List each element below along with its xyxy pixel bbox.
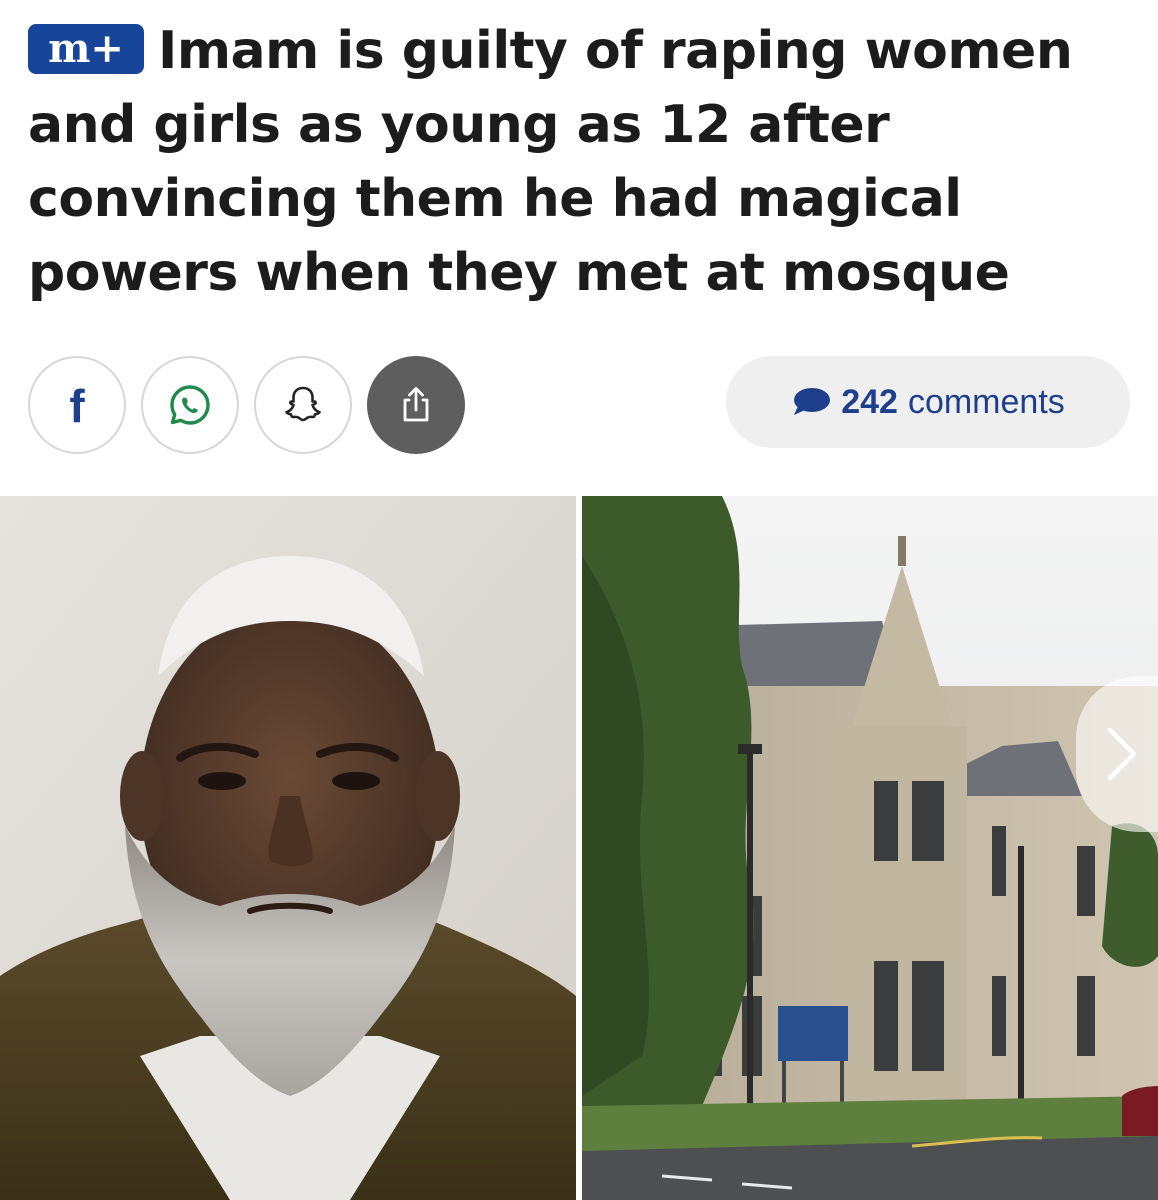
snapchat-icon	[285, 386, 321, 422]
snapchat-share-button[interactable]	[254, 356, 352, 454]
whatsapp-icon	[170, 385, 210, 425]
article-headline: m+ Imam is guilty of raping women and gir…	[28, 14, 1138, 310]
building-photo	[582, 496, 1158, 1200]
comments-button[interactable]: 242 comments	[726, 356, 1130, 448]
share-icon	[403, 387, 429, 422]
chevron-right-icon	[1107, 727, 1137, 781]
mugshot-photo[interactable]	[0, 496, 576, 1200]
comments-label: comments	[907, 382, 1065, 421]
mail-plus-badge[interactable]: m+	[28, 24, 144, 74]
facebook-icon: f	[69, 380, 85, 432]
headline-text: Imam is guilty of raping women and girls…	[28, 21, 1073, 303]
comments-count: 242	[841, 382, 898, 421]
speech-bubble-icon	[794, 388, 831, 415]
person-photo	[0, 496, 576, 1200]
court-building-photo[interactable]	[582, 496, 1158, 1200]
whatsapp-share-button[interactable]	[141, 356, 239, 454]
facebook-share-button[interactable]: f	[28, 356, 126, 454]
share-button[interactable]	[367, 356, 465, 454]
